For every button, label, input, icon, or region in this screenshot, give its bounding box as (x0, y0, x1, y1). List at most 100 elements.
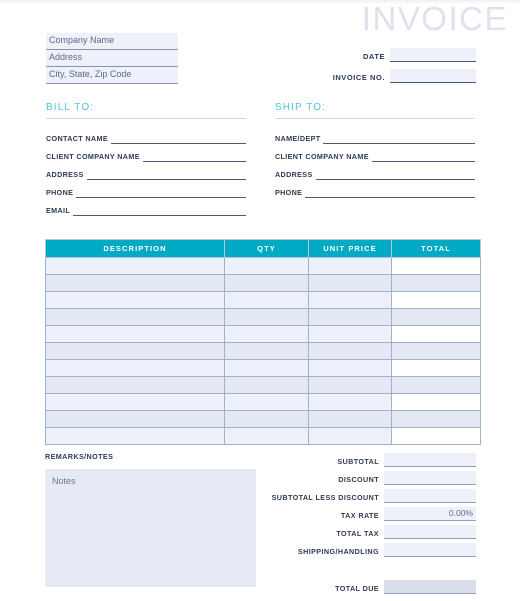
total-tax-value[interactable] (384, 525, 476, 539)
ship-to-address-row: ADDRESS (275, 161, 498, 180)
table-row (45, 393, 481, 411)
bill-to-phone-row: PHONE (46, 179, 268, 198)
cell-description[interactable] (45, 410, 225, 428)
remarks-label: REMARKS/NOTES (45, 452, 114, 461)
subtotal-less-discount-value[interactable] (384, 489, 476, 503)
column-header-total: TOTAL (391, 239, 481, 258)
cell-description[interactable] (45, 359, 225, 377)
cell-unit-price[interactable] (308, 376, 392, 394)
total-due-label: TOTAL DUE (335, 584, 379, 593)
cell-unit-price[interactable] (308, 393, 392, 411)
cell-total[interactable] (391, 393, 481, 411)
cell-description[interactable] (45, 291, 225, 309)
cell-unit-price[interactable] (308, 257, 392, 275)
bill-to-address-input[interactable] (58, 161, 269, 180)
column-header-qty: QTY (224, 239, 309, 258)
invoice-no-row: INVOICE NO. (286, 69, 476, 83)
column-header-description: DESCRIPTION (45, 239, 225, 258)
bill-to-email-input[interactable] (45, 197, 268, 216)
ship-to-company-name-input[interactable] (343, 143, 498, 162)
ship-to-company-name-label: CLIENT COMPANY NAME (275, 152, 369, 161)
shipping-handling-value[interactable] (384, 543, 476, 557)
company-address-field[interactable]: Address (46, 50, 178, 67)
cell-qty[interactable] (224, 308, 309, 326)
cell-description[interactable] (45, 274, 225, 292)
cell-unit-price[interactable] (308, 274, 392, 292)
cell-qty[interactable] (224, 410, 309, 428)
cell-qty[interactable] (224, 342, 309, 360)
table-row (45, 274, 481, 292)
bill-to-contact-name-row: CONTACT NAME (46, 125, 269, 144)
ship-to-name-dept-input[interactable] (295, 125, 497, 144)
ship-to-phone-input[interactable] (277, 179, 497, 198)
cell-description[interactable] (45, 308, 225, 326)
cell-unit-price[interactable] (308, 308, 392, 326)
subtotal-less-discount-label: SUBTOTAL LESS DISCOUNT (271, 493, 379, 502)
bill-to-email-row: EMAIL (45, 197, 268, 216)
cell-description[interactable] (45, 427, 225, 445)
bill-to-contact-name-label: CONTACT NAME (46, 134, 108, 143)
date-label: DATE (362, 52, 385, 61)
bill-to-phone-input[interactable] (48, 179, 268, 198)
table-row (45, 342, 481, 360)
cell-unit-price[interactable] (308, 410, 392, 428)
cell-total[interactable] (391, 308, 481, 326)
cell-unit-price[interactable] (308, 342, 392, 360)
cell-qty[interactable] (224, 257, 309, 275)
company-name-field[interactable]: Company Name (46, 33, 178, 50)
cell-qty[interactable] (224, 427, 309, 445)
cell-qty[interactable] (224, 376, 309, 394)
cell-description[interactable] (45, 257, 225, 275)
cell-qty[interactable] (224, 393, 309, 411)
ship-to-company-name-row: CLIENT COMPANY NAME (275, 143, 498, 162)
discount-value[interactable] (384, 471, 476, 485)
bill-to-phone-label: PHONE (46, 188, 74, 197)
tax-rate-label: TAX RATE (340, 511, 379, 520)
ship-to-phone-row: PHONE (275, 179, 497, 198)
remarks-section: REMARKS/NOTES Notes (45, 452, 256, 587)
cell-total[interactable] (391, 257, 481, 275)
cell-total[interactable] (391, 359, 481, 377)
cell-description[interactable] (45, 342, 225, 360)
tax-rate-value[interactable]: 0.00% (384, 507, 476, 521)
cell-total[interactable] (391, 427, 481, 445)
cell-description[interactable] (45, 325, 225, 343)
shipping-handling-label: SHIPPING/HANDLING (297, 547, 379, 556)
cell-qty[interactable] (224, 291, 309, 309)
cell-description[interactable] (45, 376, 225, 394)
cell-unit-price[interactable] (308, 359, 392, 377)
invoice-no-label: INVOICE NO. (332, 73, 385, 82)
bill-to-company-name-row: CLIENT COMPANY NAME (46, 143, 269, 162)
cell-qty[interactable] (224, 274, 309, 292)
table-body (45, 257, 481, 445)
cell-unit-price[interactable] (308, 427, 392, 445)
cell-qty[interactable] (224, 325, 309, 343)
bill-to-contact-name-input[interactable] (82, 125, 269, 144)
cell-total[interactable] (391, 376, 481, 394)
bill-to-column: BILL TO: CONTACT NAME CLIENT COMPANY NAM… (45, 102, 269, 220)
bill-to-company-name-input[interactable] (114, 143, 269, 162)
subtotal-value[interactable] (384, 453, 476, 467)
company-city-state-zip-field[interactable]: City, State, Zip Code (46, 67, 178, 84)
summary-row-discount: DISCOUNT (264, 470, 476, 485)
cell-unit-price[interactable] (308, 325, 392, 343)
table-row (45, 325, 481, 343)
cell-total[interactable] (391, 274, 481, 292)
summary-row-subtotal: SUBTOTAL (264, 452, 476, 467)
invoice-page: INVOICE Company Name Address City, State… (0, 0, 520, 601)
ship-to-divider (275, 118, 475, 119)
cell-total[interactable] (391, 410, 481, 428)
total-due-value[interactable] (384, 580, 476, 594)
cell-description[interactable] (45, 393, 225, 411)
date-input[interactable] (390, 48, 476, 62)
remarks-textarea[interactable]: Notes (45, 469, 256, 587)
cell-qty[interactable] (224, 359, 309, 377)
cell-total[interactable] (391, 325, 481, 343)
ship-to-name-dept-label: NAME/DEPT (275, 134, 321, 143)
cell-total[interactable] (391, 291, 481, 309)
table-row (45, 359, 481, 377)
ship-to-address-input[interactable] (287, 161, 498, 180)
invoice-no-input[interactable] (390, 69, 476, 83)
cell-total[interactable] (391, 342, 481, 360)
cell-unit-price[interactable] (308, 291, 392, 309)
